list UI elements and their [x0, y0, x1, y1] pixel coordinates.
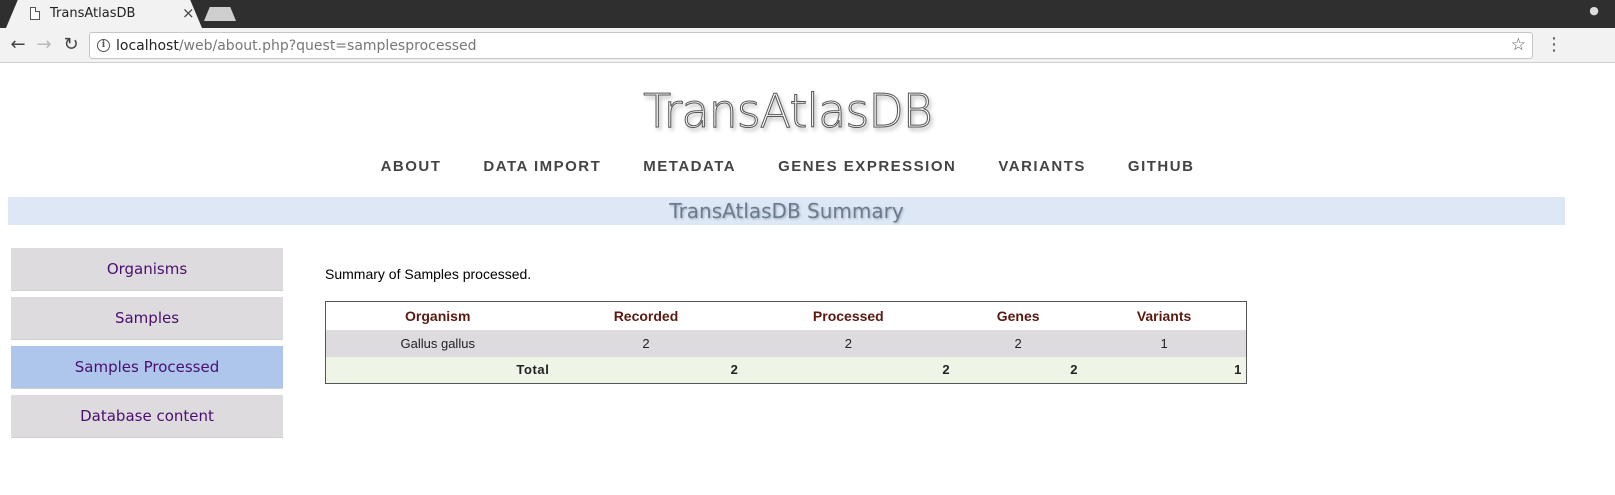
menu-icon[interactable]: ⋮	[1545, 34, 1563, 56]
sidebar: Organisms Samples Samples Processed Data…	[11, 248, 283, 444]
summary-title: TransAtlasDB Summary	[8, 197, 1565, 225]
close-tab-icon[interactable]: ×	[182, 4, 195, 22]
info-icon[interactable]: i	[97, 39, 110, 52]
column-header: Variants	[1082, 301, 1247, 330]
column-header: Organism	[325, 301, 550, 330]
nav-about[interactable]: ABOUT	[381, 158, 442, 175]
table-cell: 2	[954, 329, 1083, 357]
total-cell: 2	[954, 356, 1083, 384]
column-header: Recorded	[549, 301, 743, 330]
table-cell: 1	[1082, 329, 1247, 357]
table-cell: Gallus gallus	[325, 329, 550, 357]
sidebar-item-samples-processed[interactable]: Samples Processed	[11, 346, 283, 389]
url-text[interactable]: localhost/web/about.php?quest=samplespro…	[116, 38, 477, 54]
nav-metadata[interactable]: METADATA	[643, 158, 736, 175]
intro-text: Summary of Samples processed.	[325, 266, 532, 282]
total-cell: 2	[549, 356, 743, 384]
site-title: TransAtlasDB	[643, 84, 934, 139]
sidebar-item-organisms[interactable]: Organisms	[11, 248, 283, 291]
total-label: Total	[325, 356, 550, 384]
sidebar-item-samples[interactable]: Samples	[11, 297, 283, 340]
total-row: Total 2 2 2 1	[325, 356, 1247, 384]
page-icon	[30, 7, 40, 20]
browser-toolbar: ← → ↻ i localhost/web/about.php?quest=sa…	[0, 28, 1615, 63]
browser-tab-strip: TransAtlasDB × ●	[0, 0, 1615, 28]
new-tab-button[interactable]	[204, 7, 236, 21]
table-row: Gallus gallus 2 2 2 1	[325, 329, 1247, 357]
sidebar-item-database-content[interactable]: Database content	[11, 395, 283, 438]
total-cell: 1	[1082, 356, 1247, 384]
table-cell: 2	[742, 329, 955, 357]
samples-processed-table: Organism Recorded Processed Genes Varian…	[325, 301, 1247, 384]
reload-icon[interactable]: ↻	[59, 33, 83, 57]
table-header-row: Organism Recorded Processed Genes Varian…	[325, 301, 1247, 330]
nav-github[interactable]: GITHUB	[1128, 158, 1195, 175]
main-nav: ABOUT DATA IMPORT METADATA GENES EXPRESSION…	[0, 158, 1575, 175]
column-header: Genes	[954, 301, 1083, 330]
nav-variants[interactable]: VARIANTS	[998, 158, 1086, 175]
bookmark-star-icon[interactable]: ☆	[1511, 35, 1526, 55]
address-bar[interactable]: i localhost/web/about.php?quest=samplesp…	[89, 32, 1533, 59]
browser-tab[interactable]: TransAtlasDB ×	[6, 0, 202, 28]
total-cell: 2	[742, 356, 955, 384]
back-icon[interactable]: ←	[6, 33, 30, 57]
profile-icon[interactable]: ●	[1585, 4, 1603, 18]
column-header: Processed	[742, 301, 955, 330]
table-cell: 2	[549, 329, 743, 357]
tab-title: TransAtlasDB	[50, 6, 136, 21]
nav-data-import[interactable]: DATA IMPORT	[483, 158, 601, 175]
nav-genes-expression[interactable]: GENES EXPRESSION	[778, 158, 956, 175]
forward-icon[interactable]: →	[32, 33, 56, 57]
